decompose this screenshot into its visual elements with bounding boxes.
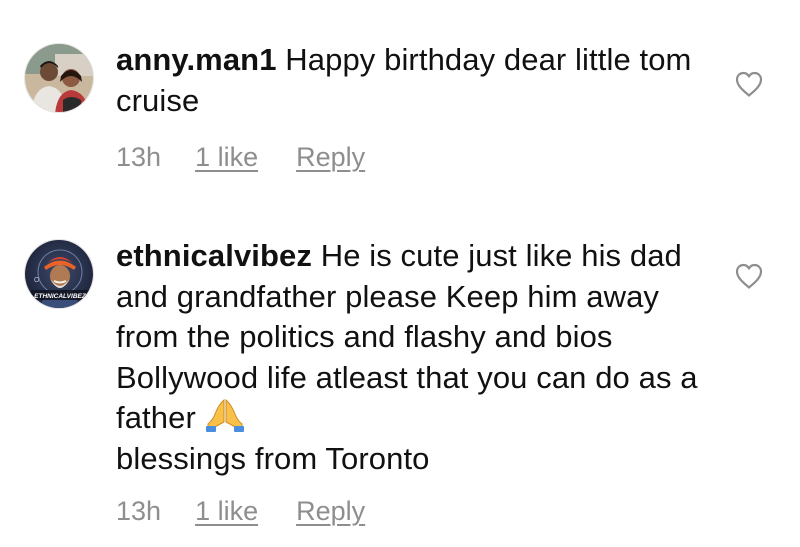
comment-body: ethnicalvibez He is cute just like his d… <box>116 236 706 479</box>
avatar[interactable]: ETHNICALVIBEZ O <box>24 239 94 309</box>
heart-outline-icon[interactable] <box>734 70 764 98</box>
comment-text-end: blessings from Toronto <box>116 440 430 476</box>
comment-meta: 13h 1 like Reply <box>116 142 365 173</box>
reply-button[interactable]: Reply <box>296 142 365 173</box>
comment-username[interactable]: ethnicalvibez <box>116 238 312 273</box>
reply-button[interactable]: Reply <box>296 496 365 527</box>
comment-meta: 13h 1 like Reply <box>116 496 365 527</box>
ethnicalvibez-logo-avatar-icon: ETHNICALVIBEZ O <box>25 240 93 308</box>
comment-likes-link[interactable]: 1 like <box>195 142 258 173</box>
avatar[interactable] <box>24 43 94 113</box>
avatar-logo-text: ETHNICALVIBEZ <box>34 293 87 300</box>
couple-photo-avatar-icon <box>25 44 93 112</box>
comment-likes-link[interactable]: 1 like <box>195 496 258 527</box>
comment-username[interactable]: anny.man1 <box>116 42 277 77</box>
comment-body: anny.man1 Happy birthday dear little tom… <box>116 40 706 121</box>
comment-timestamp: 13h <box>116 496 162 526</box>
heart-outline-icon[interactable] <box>734 262 764 290</box>
comment-timestamp: 13h <box>116 142 162 172</box>
svg-text:O: O <box>34 277 40 284</box>
folded-hands-icon <box>205 398 245 432</box>
